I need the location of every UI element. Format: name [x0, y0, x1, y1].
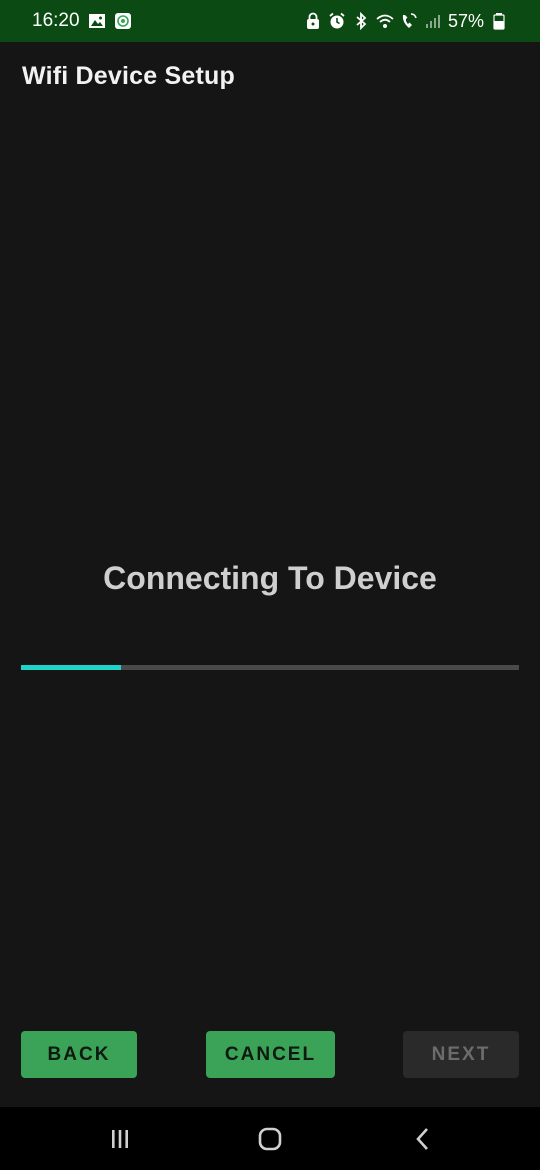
battery-icon — [490, 12, 508, 30]
signal-icon — [424, 12, 442, 30]
app-title: Wifi Device Setup — [22, 62, 235, 90]
connection-status-text: Connecting To Device — [103, 560, 437, 596]
lock-icon — [304, 12, 322, 30]
wifi-call-icon — [400, 12, 418, 30]
status-left: 16:20 — [32, 10, 132, 32]
progress-bar-fill — [21, 665, 121, 670]
home-icon[interactable] — [254, 1123, 286, 1155]
status-bar: 16:20 57% — [0, 0, 540, 42]
bluetooth-icon — [352, 12, 370, 30]
system-nav-bar — [0, 1107, 540, 1170]
image-icon — [88, 12, 106, 30]
alarm-icon — [328, 12, 346, 30]
app-notification-icon — [114, 12, 132, 30]
status-right: 57% — [304, 11, 508, 32]
recent-apps-icon[interactable] — [104, 1123, 136, 1155]
back-button[interactable]: BACK — [21, 1031, 137, 1078]
wifi-icon — [376, 12, 394, 30]
cancel-button[interactable]: CANCEL — [206, 1031, 335, 1078]
battery-percentage: 57% — [447, 10, 484, 31]
progress-bar — [21, 665, 519, 670]
back-icon[interactable] — [407, 1123, 439, 1155]
status-time: 16:20 — [32, 10, 80, 31]
next-button[interactable]: NEXT — [403, 1031, 519, 1078]
screen: 16:20 57% Wifi Device Setup Connecting T… — [0, 0, 540, 1170]
